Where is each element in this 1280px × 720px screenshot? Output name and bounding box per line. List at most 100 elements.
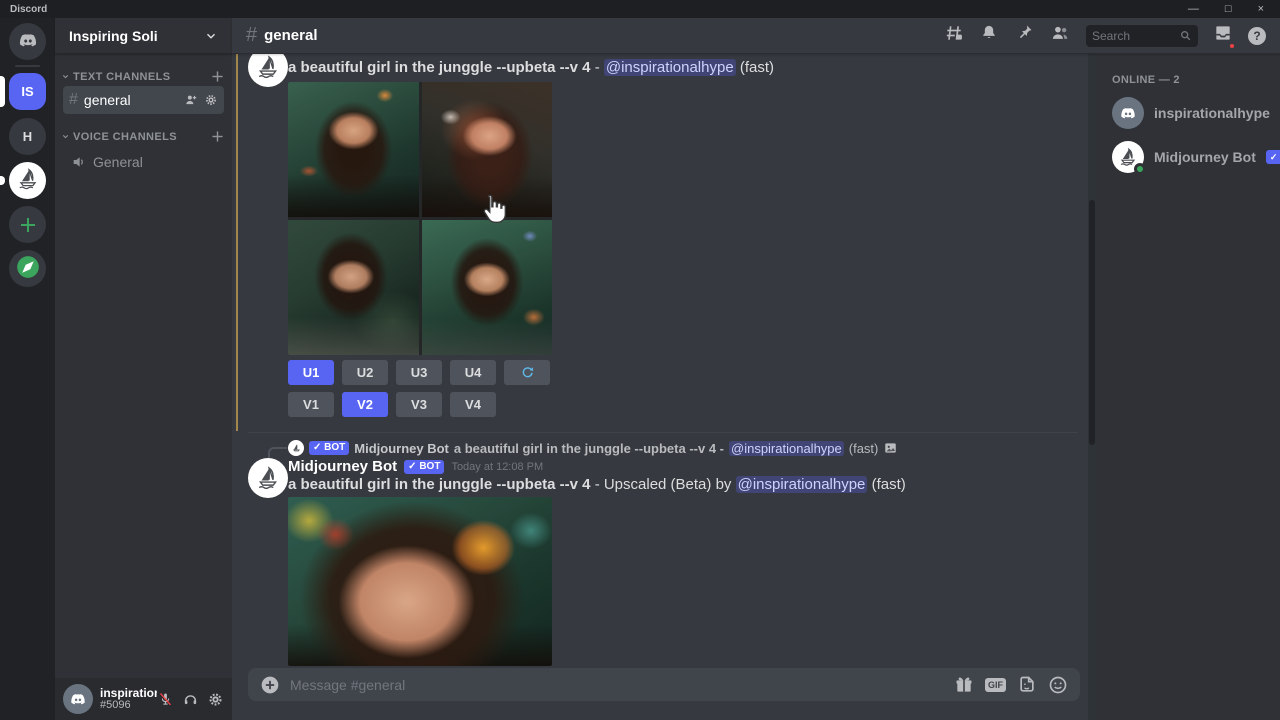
- text-channels-section[interactable]: TEXT CHANNELS: [55, 70, 232, 83]
- button-u2[interactable]: U2: [342, 360, 388, 385]
- threads-icon[interactable]: [944, 23, 964, 48]
- message-list: a beautiful girl in the junggle --upbeta…: [232, 54, 1088, 666]
- member-name: inspirationalhype: [1154, 105, 1270, 121]
- separator: -: [595, 59, 600, 76]
- button-v2[interactable]: V2: [342, 392, 388, 417]
- search-input[interactable]: [1092, 29, 1179, 43]
- rail-divider: [15, 65, 40, 67]
- fast-label: (fast): [740, 59, 774, 76]
- member-inspirationalhype[interactable]: inspirationalhype: [1112, 96, 1272, 130]
- discord-window: Discord — □ × IS H: [0, 0, 1280, 720]
- member-avatar: [1112, 141, 1144, 173]
- channel-name: General: [93, 154, 143, 170]
- home-button[interactable]: [9, 23, 46, 60]
- mic-muted-icon[interactable]: [157, 691, 174, 708]
- server-header[interactable]: Inspiring Soli: [55, 18, 232, 54]
- user-mention[interactable]: @inspirationalhype: [736, 476, 868, 493]
- user-mention[interactable]: @inspirationalhype: [729, 441, 844, 456]
- explore-button[interactable]: [9, 250, 46, 287]
- invite-people-icon[interactable]: [184, 93, 198, 107]
- scrollbar-thumb[interactable]: [1089, 200, 1095, 445]
- create-channel-icon[interactable]: [211, 130, 224, 143]
- pinned-messages-icon[interactable]: [1014, 23, 1034, 48]
- message-1-text: a beautiful girl in the junggle --upbeta…: [288, 59, 774, 76]
- message-username[interactable]: Midjourney Bot: [288, 458, 397, 475]
- inbox-icon[interactable]: [1213, 23, 1233, 48]
- window-title: Discord: [10, 4, 47, 15]
- reroll-button[interactable]: [504, 360, 550, 385]
- member-name: Midjourney Bot: [1154, 149, 1256, 165]
- close-button[interactable]: ×: [1258, 0, 1264, 18]
- inbox-badge: [1228, 42, 1236, 50]
- user-mention[interactable]: @inspirationalhype: [604, 59, 736, 76]
- headphones-icon[interactable]: [182, 691, 199, 708]
- message-composer[interactable]: GIF: [248, 668, 1080, 701]
- emoji-icon[interactable]: [1048, 675, 1068, 695]
- member-sidebar: ONLINE — 2 inspirationalhype Midjourney …: [1096, 54, 1280, 720]
- midjourney-bot-avatar[interactable]: [248, 54, 288, 87]
- hash-icon: #: [246, 24, 257, 47]
- bot-badge: ✓ BOT: [404, 460, 444, 474]
- server-initials: H: [23, 129, 32, 144]
- minimize-button[interactable]: —: [1188, 0, 1199, 18]
- generated-image-grid[interactable]: [288, 82, 552, 355]
- reply-username[interactable]: Midjourney Bot: [354, 441, 449, 456]
- add-server-button[interactable]: [9, 206, 46, 243]
- section-label: VOICE CHANNELS: [73, 131, 177, 143]
- create-channel-icon[interactable]: [211, 70, 224, 83]
- server-rail: IS H: [0, 18, 55, 720]
- search-box[interactable]: [1086, 25, 1198, 47]
- grid-image-3[interactable]: [288, 220, 419, 355]
- jump-indicator-line: [236, 54, 238, 431]
- button-v4[interactable]: V4: [450, 392, 496, 417]
- server-initials: IS: [21, 84, 33, 99]
- button-v3[interactable]: V3: [396, 392, 442, 417]
- gif-picker-icon[interactable]: GIF: [985, 678, 1006, 692]
- reply-reference[interactable]: ✓ BOT Midjourney Bot a beautiful girl in…: [288, 440, 898, 456]
- attach-plus-icon[interactable]: [260, 675, 280, 695]
- user-info[interactable]: inspiration... #5096: [100, 687, 157, 711]
- maximize-button[interactable]: □: [1225, 0, 1232, 18]
- grid-image-1[interactable]: [288, 82, 419, 217]
- button-v1[interactable]: V1: [288, 392, 334, 417]
- button-u4[interactable]: U4: [450, 360, 496, 385]
- chat-scrollbar: [1088, 54, 1096, 720]
- message-input[interactable]: [290, 677, 944, 693]
- grid-image-4[interactable]: [422, 220, 553, 355]
- server-inspiring-soli[interactable]: IS: [9, 73, 46, 110]
- channel-settings-icon[interactable]: [204, 93, 218, 107]
- reply-prompt: a beautiful girl in the junggle --upbeta…: [454, 441, 724, 456]
- channel-general[interactable]: # general: [63, 86, 224, 114]
- selected-server-pill: [0, 76, 5, 107]
- settings-gear-icon[interactable]: [207, 691, 224, 708]
- help-icon[interactable]: ?: [1248, 27, 1266, 45]
- upscale-button-row: U1 U2 U3 U4: [288, 360, 550, 385]
- server-h[interactable]: H: [9, 118, 46, 155]
- button-u1[interactable]: U1: [288, 360, 334, 385]
- upscaled-image[interactable]: [288, 497, 552, 666]
- variation-button-row: V1 V2 V3 V4: [288, 392, 496, 417]
- member-midjourney-bot[interactable]: Midjourney Bot ✓ BOT: [1112, 140, 1272, 174]
- gift-icon[interactable]: [954, 675, 974, 695]
- username: inspiration...: [100, 687, 157, 700]
- button-u3[interactable]: U3: [396, 360, 442, 385]
- message-divider: [248, 432, 1078, 433]
- unread-indicator: [0, 176, 5, 185]
- user-avatar[interactable]: [63, 684, 93, 714]
- voice-channels-section[interactable]: VOICE CHANNELS: [55, 130, 232, 143]
- refresh-icon: [520, 365, 535, 380]
- midjourney-bot-avatar[interactable]: [248, 458, 288, 498]
- channel-voice-general[interactable]: General: [55, 149, 232, 175]
- grid-image-2[interactable]: [422, 82, 553, 217]
- sticker-icon[interactable]: [1017, 675, 1037, 695]
- hash-icon: #: [69, 91, 78, 109]
- user-discriminator: #5096: [100, 700, 157, 712]
- channel-header: # general ?: [232, 18, 1280, 54]
- compass-icon: [15, 254, 41, 283]
- notifications-bell-icon[interactable]: [979, 23, 999, 48]
- member-list-icon[interactable]: [1049, 23, 1071, 48]
- user-panel: inspiration... #5096: [55, 678, 232, 720]
- server-name: Inspiring Soli: [69, 28, 158, 44]
- reply-avatar: [288, 440, 304, 456]
- server-midjourney[interactable]: [9, 162, 46, 199]
